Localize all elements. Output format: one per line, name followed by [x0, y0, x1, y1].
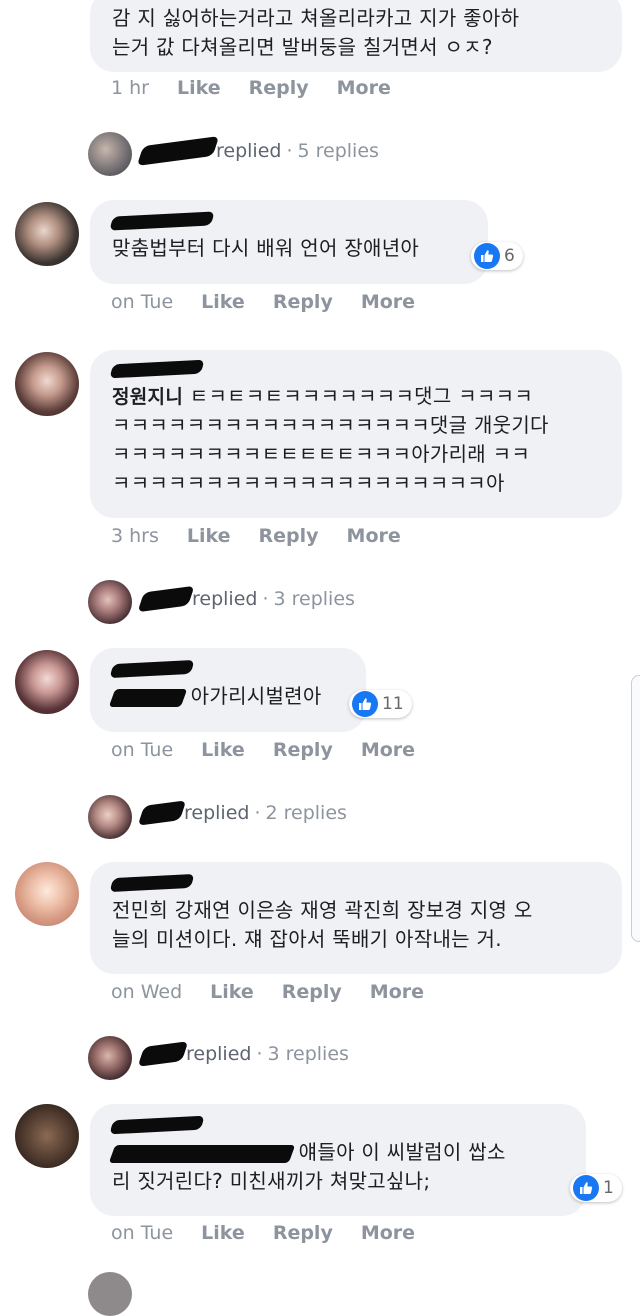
- reply-count: 3 replies: [273, 588, 355, 610]
- more-button[interactable]: More: [347, 525, 401, 547]
- separator-dot: ·: [286, 140, 293, 162]
- avatar[interactable]: [15, 650, 79, 714]
- avatar[interactable]: [15, 352, 79, 416]
- avatar[interactable]: [15, 862, 79, 926]
- reply-count: 5 replies: [297, 140, 379, 162]
- comment-bubble: 맞춤법부터 다시 배워 언어 장애년아: [90, 200, 488, 284]
- like-button[interactable]: Like: [177, 77, 221, 99]
- reaction-number: 11: [382, 694, 404, 714]
- reply-button[interactable]: Reply: [273, 739, 333, 761]
- comment-time: 1 hr: [111, 77, 149, 99]
- reply-button[interactable]: Reply: [282, 981, 342, 1003]
- separator-dot: ·: [262, 588, 269, 610]
- comment-bubble: 얘들아 이 씨발럼이 쌉소 리 짓거린다? 미친새끼가 쳐맞고싶나;: [90, 1104, 586, 1216]
- comment-author[interactable]: [109, 659, 195, 679]
- avatar[interactable]: [15, 202, 79, 266]
- comment-author-redacted: [109, 359, 205, 379]
- reply-button[interactable]: Reply: [259, 525, 319, 547]
- replied-label: replied: [186, 1043, 252, 1065]
- more-button[interactable]: More: [337, 77, 391, 99]
- reply-thread-link[interactable]: replied · 5 replies: [136, 136, 379, 166]
- comment-actions: on Wed Like Reply More: [111, 981, 424, 1003]
- reply-button[interactable]: Reply: [249, 77, 309, 99]
- comment-time: on Tue: [111, 1222, 174, 1244]
- redacted-text: [108, 1144, 296, 1163]
- comment-bubble: 정원지니 ㅌㅋㅌㅋㅌㅋㅋㅋㅋㅋㅋㅋ댓그 ㅋㅋㅋㅋ ㅋㅋㅋㅋㅋㅋㅋㅋㅋㅋㅋㅋㅋㅋㅋ…: [90, 350, 622, 518]
- like-button[interactable]: Like: [201, 1222, 245, 1244]
- avatar[interactable]: [88, 580, 132, 624]
- comment-bubble: 전민희 강재연 이은송 재영 곽진희 장보경 지영 오 늘의 미션이다. 쟤 잡…: [90, 862, 622, 974]
- avatar[interactable]: [88, 1036, 132, 1080]
- comment-actions: 3 hrs Like Reply More: [111, 525, 401, 547]
- reaction-number: 1: [603, 1178, 614, 1198]
- comment-body: 얘들아 이 씨발럼이 쌉소: [108, 1138, 564, 1167]
- reaction-count[interactable]: 11: [349, 690, 412, 718]
- replied-label: replied: [184, 802, 250, 824]
- replied-label: replied: [216, 140, 282, 162]
- thumbs-up-icon: [352, 691, 378, 717]
- like-button[interactable]: Like: [210, 981, 254, 1003]
- redacted-name: [137, 585, 195, 613]
- reaction-number: 6: [504, 246, 515, 266]
- comment-text: 아가리시벌련아: [190, 684, 322, 708]
- avatar[interactable]: [15, 1104, 79, 1168]
- comment-author[interactable]: 정원지니: [112, 386, 183, 408]
- comment-bubble: 감 지 싫어하는거라고 쳐올리라카고 지가 좋아하 는거 값 다쳐올리면 발버둥…: [90, 0, 622, 72]
- comment-time: 3 hrs: [111, 525, 159, 547]
- avatar[interactable]: [88, 1272, 132, 1316]
- reaction-count[interactable]: 1: [570, 1174, 622, 1202]
- comment-body: 아가리시벌련아: [108, 682, 344, 711]
- comment-time: on Tue: [111, 739, 174, 761]
- comment-bubble: 아가리시벌련아: [90, 648, 366, 732]
- like-button[interactable]: Like: [201, 739, 245, 761]
- reply-thread-link[interactable]: replied · 3 replies: [137, 585, 355, 613]
- more-button[interactable]: More: [361, 291, 415, 313]
- more-button[interactable]: More: [361, 739, 415, 761]
- reply-thread-link[interactable]: replied · 2 replies: [137, 800, 347, 826]
- reply-button[interactable]: Reply: [273, 1222, 333, 1244]
- comment-text: 맞춤법부터 다시 배워 언어 장애년아: [112, 236, 420, 260]
- replied-label: replied: [192, 588, 258, 610]
- comment-author[interactable]: [109, 211, 215, 231]
- like-button[interactable]: Like: [201, 291, 245, 313]
- thumbs-up-icon: [474, 243, 500, 269]
- comment-text-line2: 리 짓거린다? 미친새끼가 쳐맞고싶나;: [112, 1169, 431, 1193]
- comment-text: 감 지 싫어하는거라고 쳐올리라카고 지가 좋아하 는거 값 다쳐올리면 발버둥…: [112, 6, 520, 59]
- reply-thread-link[interactable]: replied · 3 replies: [137, 1041, 349, 1067]
- comment-time: on Wed: [111, 981, 183, 1003]
- reply-button[interactable]: Reply: [273, 291, 333, 313]
- separator-dot: ·: [256, 1043, 263, 1065]
- scroll-handle[interactable]: [631, 675, 640, 942]
- reply-count: 3 replies: [267, 1043, 349, 1065]
- avatar[interactable]: [88, 132, 132, 176]
- reply-count: 2 replies: [265, 802, 347, 824]
- comment-time: on Tue: [111, 291, 174, 313]
- reaction-count[interactable]: 6: [471, 242, 523, 270]
- comment-author[interactable]: [109, 873, 195, 893]
- comment-text: 전민희 강재연 이은송 재영 곽진희 장보경 지영 오 늘의 미션이다. 쟤 잡…: [112, 898, 533, 951]
- more-button[interactable]: More: [361, 1222, 415, 1244]
- redacted-name: [137, 1041, 189, 1067]
- avatar[interactable]: [88, 795, 132, 839]
- comment-actions: 1 hr Like Reply More: [111, 77, 391, 99]
- redacted-name: [137, 800, 187, 826]
- comment-author[interactable]: [109, 1115, 205, 1135]
- comment-text: 얘들아 이 씨발럼이 쌉소: [298, 1140, 506, 1164]
- like-button[interactable]: Like: [187, 525, 231, 547]
- comment-actions: on Tue Like Reply More: [111, 291, 415, 313]
- separator-dot: ·: [254, 802, 261, 824]
- redacted-name: [108, 688, 188, 707]
- comment-body: 정원지니 ㅌㅋㅌㅋㅌㅋㅋㅋㅋㅋㅋㅋ댓그 ㅋㅋㅋㅋ ㅋㅋㅋㅋㅋㅋㅋㅋㅋㅋㅋㅋㅋㅋㅋ…: [112, 382, 600, 498]
- comment-actions: on Tue Like Reply More: [111, 1222, 415, 1244]
- more-button[interactable]: More: [370, 981, 424, 1003]
- comment-actions: on Tue Like Reply More: [111, 739, 415, 761]
- thumbs-up-icon: [573, 1175, 599, 1201]
- redacted-name: [136, 136, 220, 166]
